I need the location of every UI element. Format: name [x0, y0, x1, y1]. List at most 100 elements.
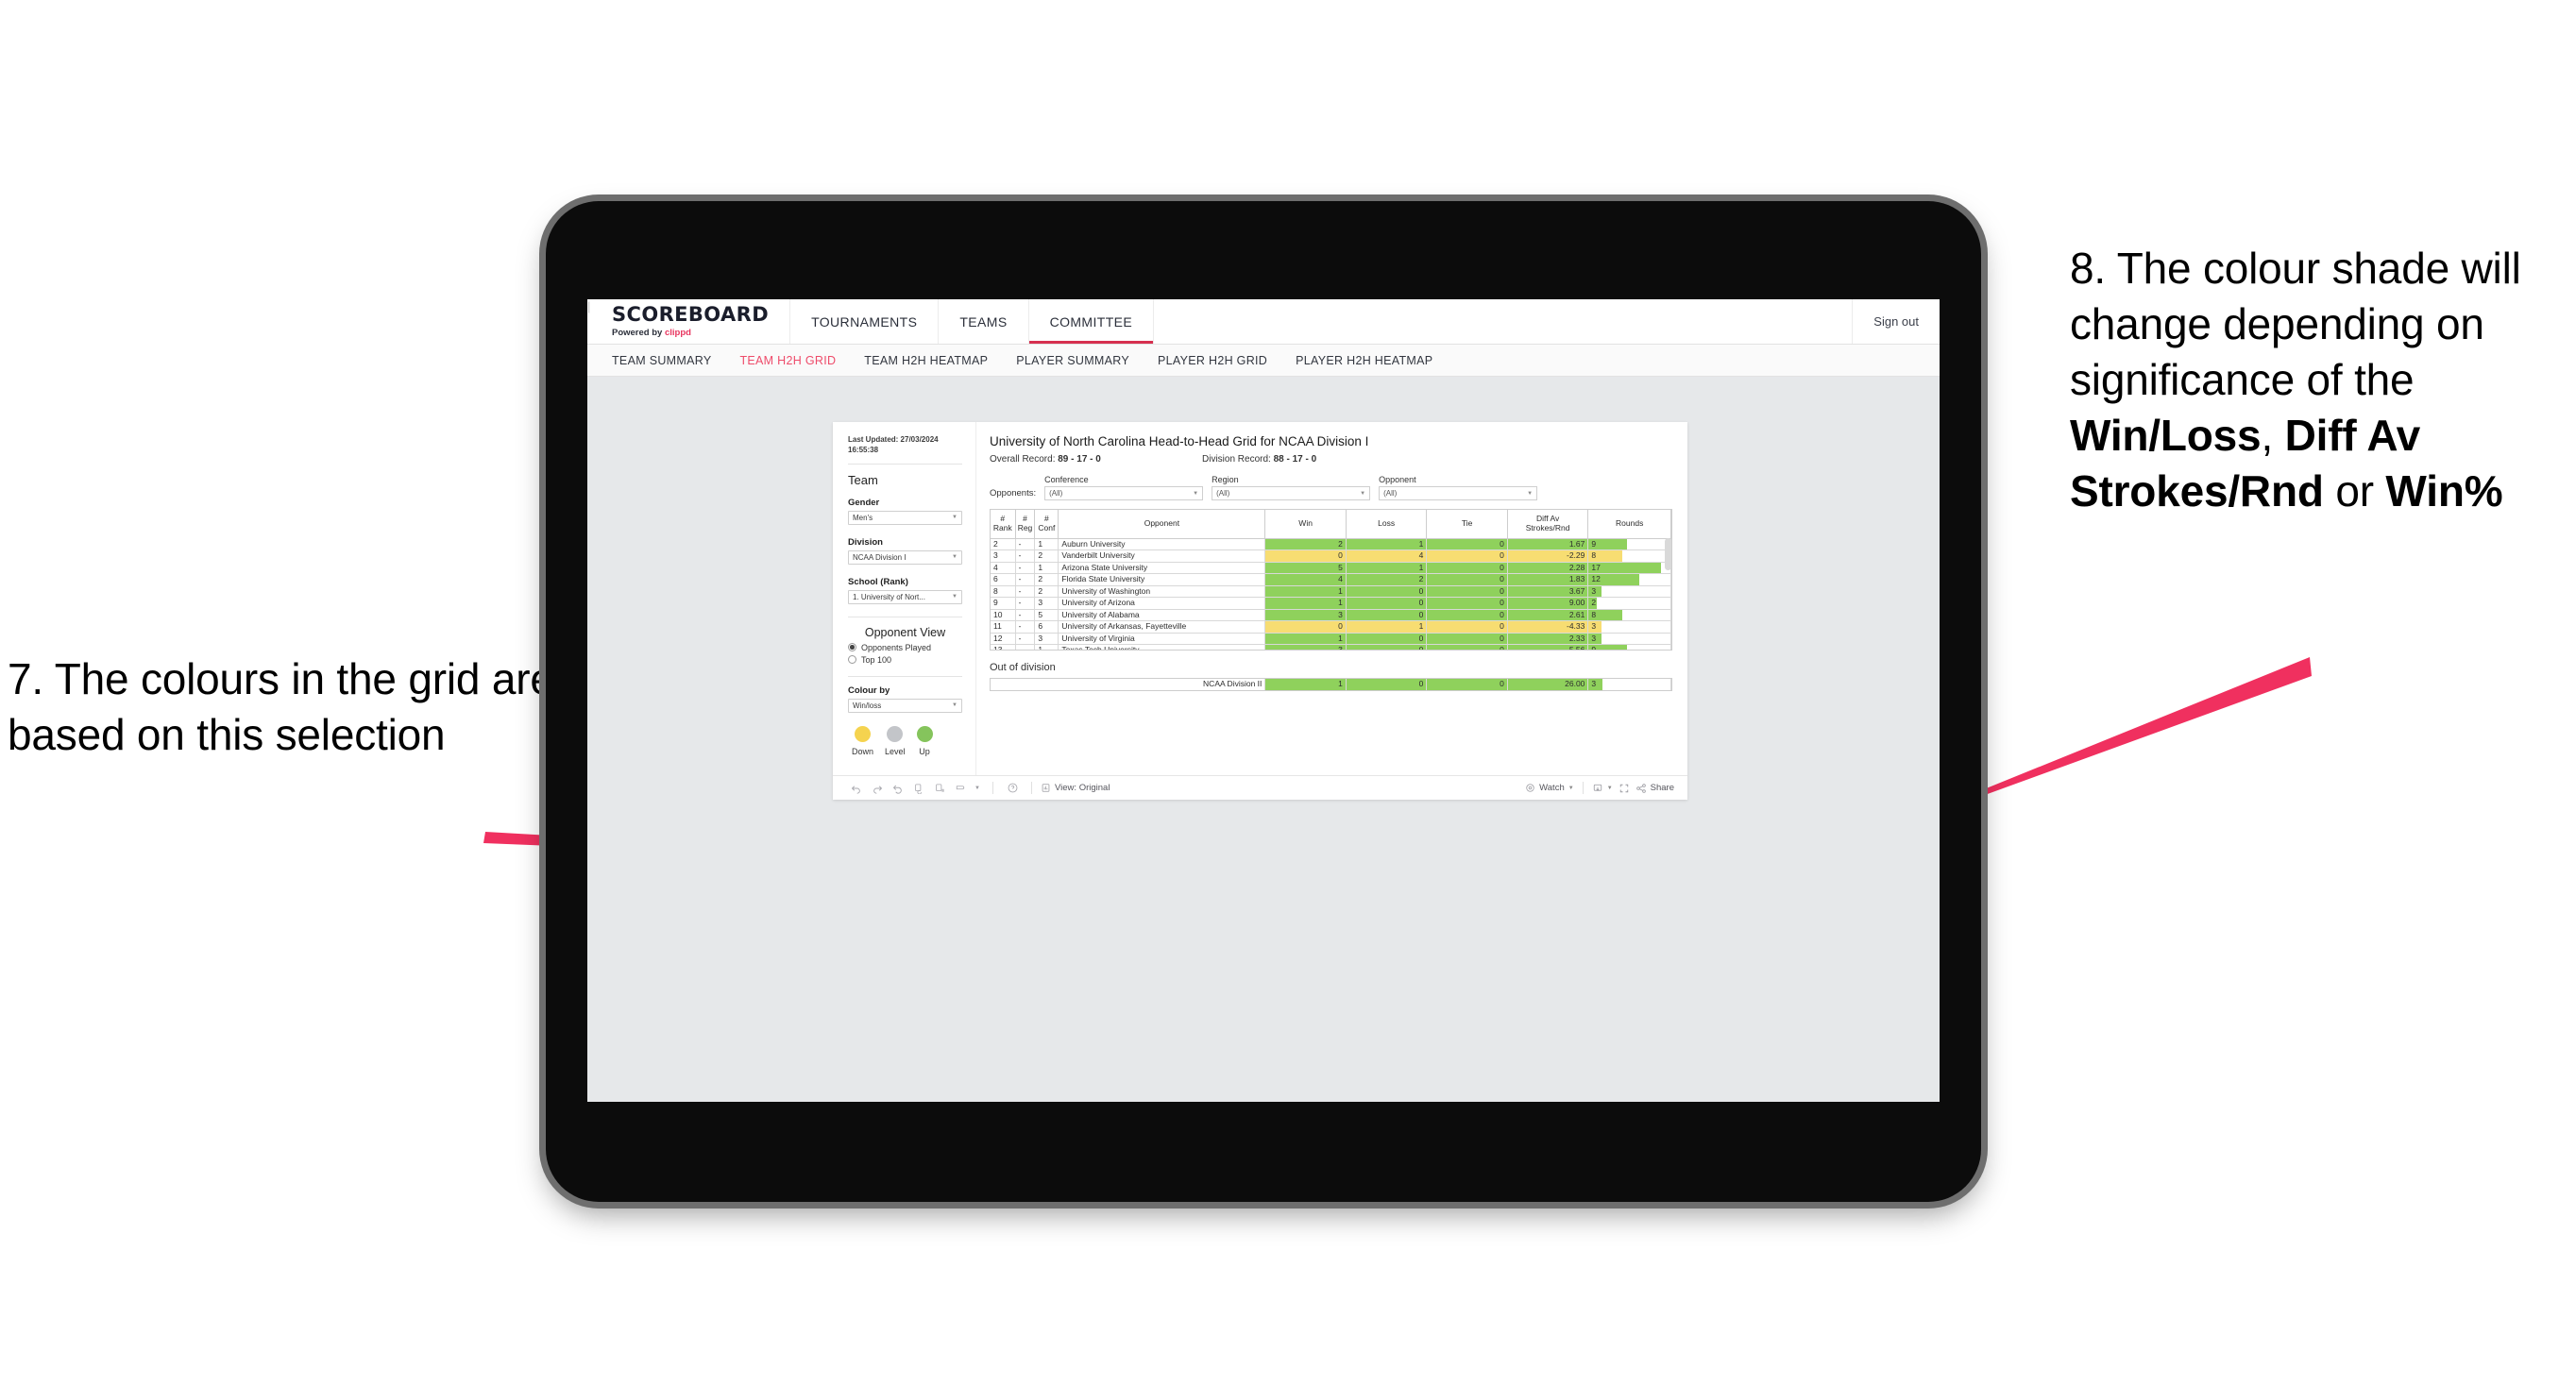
radio-opponents-played[interactable]: Opponents Played — [848, 643, 962, 652]
cell-region: - — [1015, 609, 1036, 621]
colour-by-select[interactable]: Win/loss ▼ — [848, 698, 962, 713]
share-button[interactable]: Share — [1635, 783, 1674, 794]
annotation-right-bold-1: Win/Loss — [2070, 410, 2262, 460]
viz-title: University of North Carolina Head-to-Hea… — [990, 434, 1369, 448]
gender-value: Men's — [853, 513, 873, 522]
viz-toolbar: ▼ View: Original Watch ▼ ▼ Share — [833, 775, 1687, 800]
opponent-filters: Opponents: Conference (All) ▼ Region (Al… — [990, 475, 1672, 500]
team-heading: Team — [848, 472, 878, 487]
gender-select[interactable]: Men's ▼ — [848, 510, 962, 525]
rounds-value: 3 — [1591, 621, 1597, 631]
opponent-view-heading: Opponent View — [864, 625, 946, 639]
device-layout-icon[interactable] — [950, 783, 971, 794]
filter-opponent-select[interactable]: (All) ▼ — [1379, 486, 1538, 500]
undo-icon[interactable] — [846, 783, 867, 794]
annotation-right: 8. The colour shade will change dependin… — [2070, 241, 2570, 518]
cell-region: - — [1015, 597, 1036, 610]
viz-canvas: Last Updated: 27/03/2024 16:55:38 Team G… — [587, 377, 1940, 1102]
cell-region: - — [1015, 549, 1036, 563]
radio-top-100[interactable]: Top 100 — [848, 655, 962, 665]
sub-nav-team-h2h-heatmap[interactable]: TEAM H2H HEATMAP — [864, 354, 988, 367]
cell-diff-av-strokes: 1.83 — [1507, 573, 1589, 586]
cell-region: - — [1015, 538, 1036, 550]
column-header-1[interactable]: # Rank — [991, 510, 1016, 539]
school-select[interactable]: 1. University of Nort... ▼ — [848, 589, 962, 604]
rounds-value: 9 — [1591, 538, 1597, 549]
cell-win: 0 — [1264, 620, 1347, 634]
cell-rank: 2 — [991, 538, 1016, 550]
rounds-value: 8 — [1591, 609, 1597, 619]
chevron-down-icon[interactable]: ▼ — [971, 786, 984, 791]
brand-logo: SCOREBOARD Powered by clippd — [587, 299, 791, 344]
cell-diff-av-strokes: 3.67 — [1507, 585, 1589, 598]
column-header-2[interactable]: # Reg — [1015, 510, 1036, 539]
top-nav-tournaments[interactable]: TOURNAMENTS — [790, 299, 940, 344]
top-nav-teams[interactable]: TEAMS — [939, 299, 1029, 344]
viz-container: Last Updated: 27/03/2024 16:55:38 Team G… — [833, 422, 1687, 800]
pause-updates-icon[interactable] — [929, 783, 950, 794]
sub-nav-team-summary[interactable]: TEAM SUMMARY — [612, 354, 711, 367]
rounds-value: 3 — [1591, 633, 1597, 643]
out-of-division-table: NCAA Division II 1 0 0 26.00 3 — [991, 679, 1671, 690]
column-header-6[interactable]: Loss — [1346, 510, 1428, 539]
table-row[interactable]: 8-2 University of Washington 1 0 0 3.67 3 — [991, 585, 1671, 598]
column-header-3[interactable]: # Conf — [1034, 510, 1059, 539]
table-row[interactable]: 4-1 Arizona State University 5 1 0 2.28 17 — [991, 562, 1671, 574]
annotation-right-bold-3: Win% — [2385, 465, 2503, 516]
table-row[interactable]: 3-2 Vanderbilt University 0 4 0 -2.29 8 — [991, 549, 1671, 563]
last-updated-time: 16:55:38 — [848, 445, 879, 454]
table-scrollbar[interactable] — [1665, 538, 1671, 570]
download-button[interactable]: ▼ — [1592, 783, 1613, 794]
column-header-8[interactable]: Diff Av Strokes/Rnd — [1507, 510, 1589, 539]
cell-rounds: 3 — [1587, 620, 1671, 634]
watch-button[interactable]: Watch ▼ — [1525, 783, 1574, 793]
table-row[interactable]: 12-3 University of Virginia 1 0 0 2.33 3 — [991, 633, 1671, 645]
legend-item-up: Up — [916, 725, 933, 756]
refresh-data-icon[interactable] — [908, 783, 929, 794]
fullscreen-icon[interactable] — [1613, 783, 1635, 794]
division-select[interactable]: NCAA Division I ▼ — [848, 549, 962, 565]
sub-nav-player-summary[interactable]: PLAYER SUMMARY — [1016, 354, 1129, 367]
cell-rounds: 3 — [1587, 585, 1671, 598]
filter-region-select[interactable]: (All) ▼ — [1212, 486, 1371, 500]
cell-opponent: Florida State University — [1058, 573, 1266, 586]
top-nav-committee[interactable]: COMMITTEE — [1028, 299, 1155, 344]
last-updated-date: Last Updated: 27/03/2024 — [848, 435, 939, 444]
cell-loss: 0 — [1346, 609, 1428, 621]
column-header-4[interactable]: Opponent — [1058, 510, 1266, 539]
sidebar-divider-1 — [848, 463, 962, 465]
cell-region: - — [1015, 633, 1036, 645]
table-row[interactable]: 2-1 Auburn University 2 1 0 1.67 9 — [991, 538, 1671, 550]
cell-conference: 1 — [1034, 644, 1059, 650]
sign-out-label[interactable]: Sign out — [1873, 314, 1919, 329]
h2h-grid-table-wrapper[interactable]: # Rank # Reg # Conf Opponent Win Loss Tie Diff Av S… — [990, 509, 1672, 651]
sidebar-divider-3 — [848, 675, 962, 677]
table-row[interactable]: 11-6 University of Arkansas, Fayetteville… — [991, 620, 1671, 634]
redo-icon[interactable] — [867, 783, 888, 794]
sub-nav-player-h2h-grid[interactable]: PLAYER H2H GRID — [1158, 354, 1267, 367]
cell-opponent: University of Arkansas, Fayetteville — [1058, 620, 1266, 634]
table-row[interactable]: 6-2 Florida State University 4 2 0 1.83 12 — [991, 573, 1671, 586]
share-icon — [1635, 783, 1646, 793]
cell-rounds: 2 — [1587, 597, 1671, 610]
cell-win: 1 — [1264, 633, 1347, 645]
table-row[interactable]: 9-3 University of Arizona 1 0 0 9.00 2 — [991, 597, 1671, 610]
table-row[interactable]: 13-1 Texas Tech University 3 0 0 5.56 9 — [991, 644, 1671, 650]
revert-icon[interactable] — [888, 783, 908, 794]
gender-label: Gender — [848, 497, 880, 508]
sub-nav-team-h2h-grid[interactable]: TEAM H2H GRID — [739, 354, 836, 367]
column-header-7[interactable]: Tie — [1426, 510, 1508, 539]
sign-out-area[interactable]: | Sign out — [587, 299, 1940, 344]
column-header-9[interactable]: Rounds — [1587, 510, 1671, 539]
records-row: Overall Record: 89 - 17 - 0 Division Rec… — [990, 454, 1672, 465]
help-icon[interactable] — [1002, 782, 1023, 794]
cell-tie: 0 — [1426, 549, 1508, 563]
sub-nav-player-h2h-heatmap[interactable]: PLAYER H2H HEATMAP — [1296, 354, 1432, 367]
table-row[interactable]: 10-5 University of Alabama 3 0 0 2.61 8 — [991, 609, 1671, 621]
screenshot-root: 7. The colours in the grid are based on … — [0, 0, 2576, 1386]
cell-loss: 1 — [1346, 562, 1428, 574]
filter-conference-select[interactable]: (All) ▼ — [1044, 486, 1204, 500]
cell-win: 0 — [1264, 549, 1347, 563]
column-header-5[interactable]: Win — [1264, 510, 1347, 539]
view-original-button[interactable]: View: Original — [1041, 783, 1110, 793]
